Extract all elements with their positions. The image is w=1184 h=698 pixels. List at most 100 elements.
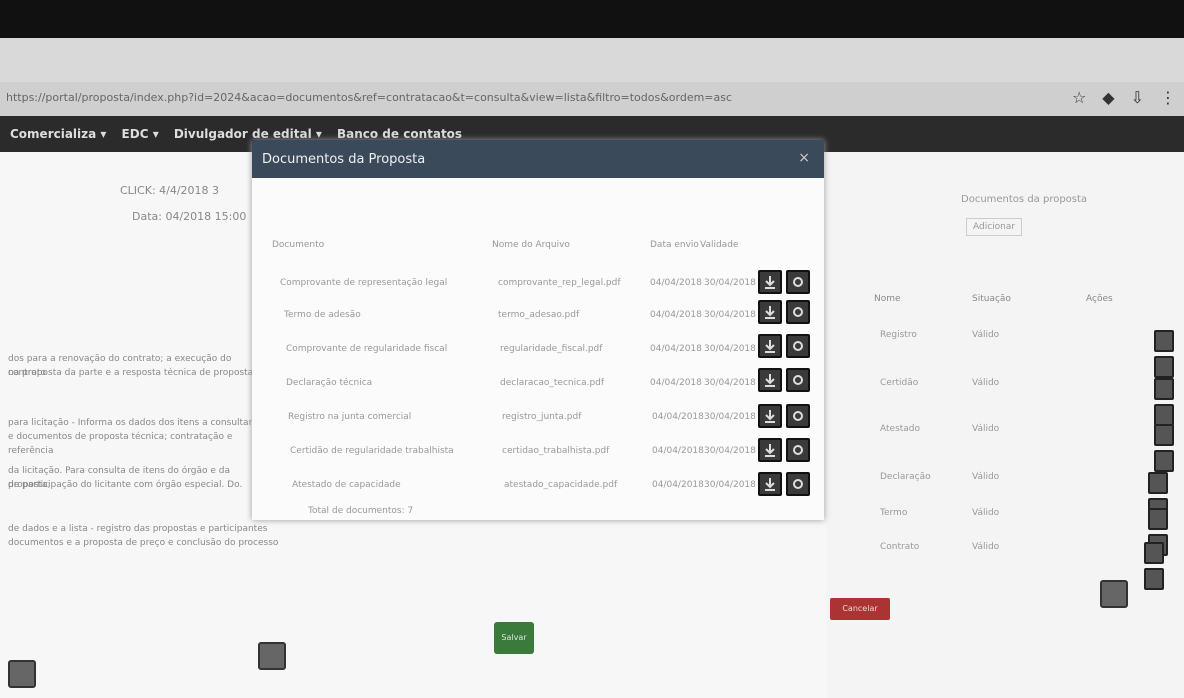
edit-icon[interactable] [1154,378,1174,400]
left-paragraph-3: para licitação - Informa os dados dos it… [8,418,256,428]
left-paragraph-8: documentos e a proposta de preço e concl… [8,538,279,548]
table-row: Declaração técnica declaracao_tecnica.pd… [252,364,824,398]
doc-valid: 30/04/2018 [704,310,756,320]
left-paragraph-2: na proposta da parte e a resposta técnic… [8,368,257,378]
view-icon[interactable] [786,334,810,358]
meta-line-2: Data: 04/2018 15:00 [132,210,247,223]
close-icon[interactable]: × [798,150,810,166]
table-row: Contrato Válido [826,542,1184,590]
delete-icon[interactable] [1144,568,1164,590]
menu-icon[interactable]: ⋮ [1160,88,1176,107]
address-text[interactable]: https://portal/proposta/index.php?id=202… [6,91,836,104]
doc-name: Certidão de regularidade trabalhista [290,446,454,456]
doc-file: comprovante_rep_legal.pdf [498,278,621,288]
download-icon[interactable] [758,334,782,358]
view-icon[interactable] [786,404,810,428]
modal-footer-note: Total de documentos: 7 [308,506,414,516]
star-icon[interactable]: ☆ [1072,88,1086,107]
doc-file: termo_adesao.pdf [498,310,580,320]
delete-icon[interactable] [1154,404,1174,426]
doc-name: Atestado de capacidade [292,480,401,490]
rp-row-status: Válido [972,330,1000,340]
edit-icon[interactable] [1148,472,1168,494]
delete-icon[interactable] [1154,356,1174,378]
doc-name: Registro na junta comercial [288,412,412,422]
doc-file: registro_junta.pdf [502,412,582,422]
view-icon[interactable] [786,368,810,392]
download-icon[interactable] [758,270,782,294]
save-button[interactable]: Salvar [494,622,534,654]
nav-item-banco-contatos[interactable]: Banco de contatos [337,127,462,141]
table-row: Comprovante de representação legal compr… [252,266,824,300]
rp-row-name: Certidão [880,378,919,388]
bottom-center-button[interactable] [258,642,286,670]
doc-date: 04/04/2018 [652,480,704,490]
doc-valid: 30/04/2018 [704,278,756,288]
rp-col-acoes: Ações [1086,294,1113,304]
table-row: Certidão de regularidade trabalhista cer… [252,432,824,466]
bottom-left-button[interactable] [8,660,36,688]
rp-row-status: Válido [972,378,1000,388]
view-icon[interactable] [786,472,810,496]
rp-row-name: Registro [880,330,917,340]
rp-row-name: Contrato [880,542,920,552]
meta-line-1: CLICK: 4/4/2018 3 [120,184,220,197]
doc-valid: 30/04/2018 [704,378,756,388]
col-documento: Documento [272,240,325,250]
doc-file: declaracao_tecnica.pdf [500,378,605,388]
browser-chrome [0,38,1184,83]
address-bar[interactable]: https://portal/proposta/index.php?id=202… [0,82,1184,116]
rp-row-status: Válido [972,508,1000,518]
download-icon[interactable] [758,368,782,392]
delete-icon[interactable] [1154,450,1174,472]
rp-row-status: Válido [972,424,1000,434]
col-nome-arquivo: Nome do Arquivo [492,240,570,250]
view-icon[interactable] [786,438,810,462]
table-row: Termo Válido [826,508,1184,556]
left-paragraph-4: e documentos de proposta técnica; contra… [8,432,233,456]
doc-date: 04/04/2018 [652,412,704,422]
nav-item-edc[interactable]: EDC ▾ [122,127,159,141]
table-row: Atestado Válido [826,424,1184,472]
nav-item-divulgador[interactable]: Divulgador de edital ▾ [174,127,322,141]
table-row: Comprovante de regularidade fiscal regul… [252,330,824,364]
browser-toolbar-icons: ☆ ◆ ⇩ ⋮ [1072,88,1176,107]
doc-date: 04/04/2018 [650,278,702,288]
modal-title: Documentos da Proposta [262,152,426,167]
view-icon[interactable] [786,270,810,294]
rp-row-name: Declaração [880,472,931,482]
col-validade: Validade [700,240,739,250]
table-row: Registro na junta comercial registro_jun… [252,398,824,432]
doc-valid: 30/04/2018 [704,412,756,422]
panel-footer-icon[interactable] [1100,580,1128,608]
documents-modal: Documentos da Proposta × Documento Nome … [252,140,824,520]
add-document-button[interactable]: Adicionar [966,218,1023,236]
doc-name: Comprovante de representação legal [280,278,448,288]
browser-top-strip [0,0,1184,38]
doc-name: Termo de adesão [284,310,361,320]
doc-name: Comprovante de regularidade fiscal [286,344,448,354]
edit-icon[interactable] [1144,542,1164,564]
download-icon[interactable] [758,438,782,462]
doc-file: atestado_capacidade.pdf [504,480,618,490]
download-icon[interactable] [758,404,782,428]
rp-row-status: Válido [972,542,1000,552]
rp-row-name: Termo [880,508,908,518]
download-icon[interactable]: ⇩ [1131,88,1144,107]
extension-icon[interactable]: ◆ [1102,88,1114,107]
doc-name: Declaração técnica [286,378,373,388]
cancel-button[interactable]: Cancelar [830,598,890,620]
nav-item-comercializa[interactable]: Comercializa ▾ [10,127,106,141]
table-row: Termo de adesão termo_adesao.pdf 04/04/2… [252,298,824,332]
rp-row-status: Válido [972,472,1000,482]
doc-file: regularidade_fiscal.pdf [500,344,603,354]
download-icon[interactable] [758,300,782,324]
view-icon[interactable] [786,300,810,324]
edit-icon[interactable] [1154,424,1174,446]
download-icon[interactable] [758,472,782,496]
left-paragraph-6: de participação do licitante com órgão e… [8,480,243,490]
edit-icon[interactable] [1148,508,1168,530]
edit-icon[interactable] [1154,330,1174,352]
modal-header: Documentos da Proposta × [252,140,824,178]
doc-file: certidao_trabalhista.pdf [502,446,610,456]
